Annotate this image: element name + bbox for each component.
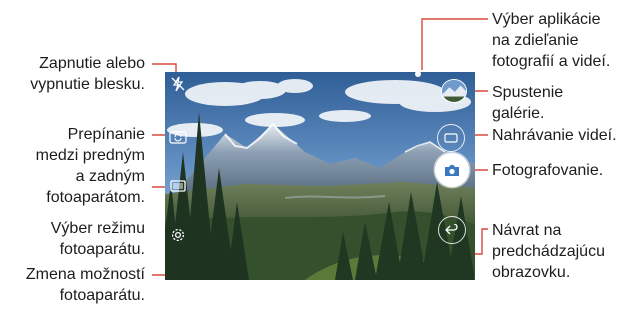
back-arrow-icon (445, 224, 458, 235)
label-record: Nahrávanie videí. (492, 127, 617, 144)
label-gallery: Spustenie galérie. (492, 84, 564, 122)
landscape-photo (165, 72, 475, 280)
share-dot-icon[interactable] (413, 72, 423, 79)
label-mode: Výber režimu fotoaparátu. (50, 220, 145, 258)
flash-off-icon[interactable] (170, 76, 186, 92)
leader-share (421, 18, 488, 70)
camera-icon (445, 164, 459, 176)
back-button[interactable] (438, 216, 466, 244)
shutter-button[interactable] (435, 153, 469, 187)
video-record-icon[interactable] (437, 124, 465, 152)
camera-swap-icon[interactable] (169, 130, 187, 144)
label-options: Zmena možností fotoaparátu. (25, 266, 145, 304)
label-swap: Prepínanie medzi predným a zadným fotoap… (35, 126, 145, 206)
label-flash: Zapnutie alebo vypnutie blesku. (30, 55, 145, 93)
gallery-thumbnail[interactable] (441, 79, 467, 103)
camera-mode-icon[interactable] (170, 180, 186, 192)
label-back: Návrat na predchádzajúcu obrazovku. (492, 222, 605, 281)
camera-viewfinder (165, 72, 475, 280)
label-photo: Fotografovanie. (492, 162, 604, 179)
label-share: Výber aplikácie na zdieľanie fotografií … (492, 11, 611, 70)
gear-icon[interactable] (170, 227, 186, 243)
